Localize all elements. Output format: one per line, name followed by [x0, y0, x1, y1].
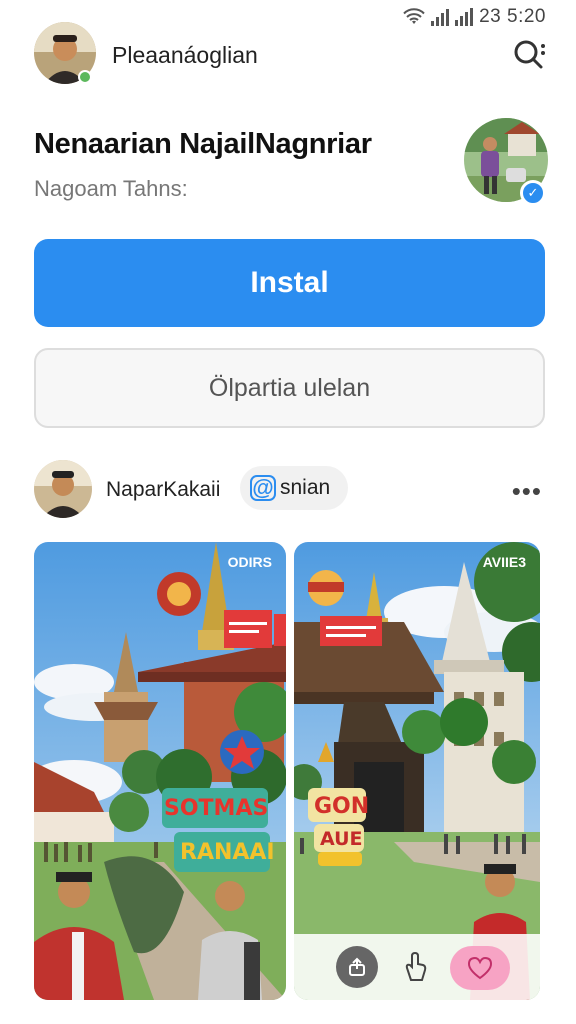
app-header: Pleaanáoglian — [0, 20, 576, 90]
temple-photo-right — [294, 542, 540, 1000]
overlay-text-right-2: AUE — [320, 828, 363, 850]
header-title: Pleaanáoglian — [112, 42, 258, 68]
secondary-button[interactable]: Ölpartia ulelan — [34, 348, 545, 428]
online-badge — [78, 70, 92, 84]
card-tag-left: ODIRS — [227, 554, 272, 570]
share-icon — [349, 957, 365, 976]
at-icon: @ — [250, 475, 276, 501]
more-options-button[interactable]: ••• — [512, 476, 542, 507]
like-button[interactable] — [450, 946, 510, 990]
overlay-text-left-1: SOTMAS — [164, 796, 269, 821]
media-card-right[interactable]: AVIIE3 GON AUE — [294, 542, 540, 1000]
share-button[interactable] — [336, 946, 378, 988]
post-author-avatar[interactable] — [34, 460, 92, 518]
card-action-bar — [294, 934, 540, 1000]
heart-icon — [467, 956, 493, 980]
card-tag-right: AVIIE3 — [482, 554, 526, 570]
hand-icon — [405, 952, 427, 981]
verified-badge: ✓ — [520, 180, 546, 206]
handle-text: snian — [280, 476, 331, 499]
handle-pill[interactable]: @ snian — [240, 466, 349, 510]
install-button[interactable]: Instal — [34, 239, 545, 327]
overlay-text-right-1: GON — [314, 794, 370, 819]
search-icon — [514, 40, 545, 69]
pin-button[interactable] — [394, 946, 436, 988]
post-header: NaparKakaii @ snian ••• — [0, 458, 576, 520]
search-button[interactable] — [512, 38, 548, 74]
post-author-name[interactable]: NaparKakaii — [106, 478, 220, 502]
profile-subtitle: Nagoam Tahns: — [34, 176, 188, 201]
overlay-text-left-2: RANAAI — [180, 840, 275, 865]
media-card-left[interactable]: ODIRS SOTMAS RANAAI — [34, 542, 286, 1000]
profile-name: Nenaarian NajailNagnriar — [34, 128, 372, 160]
temple-photo-left — [34, 542, 286, 1000]
